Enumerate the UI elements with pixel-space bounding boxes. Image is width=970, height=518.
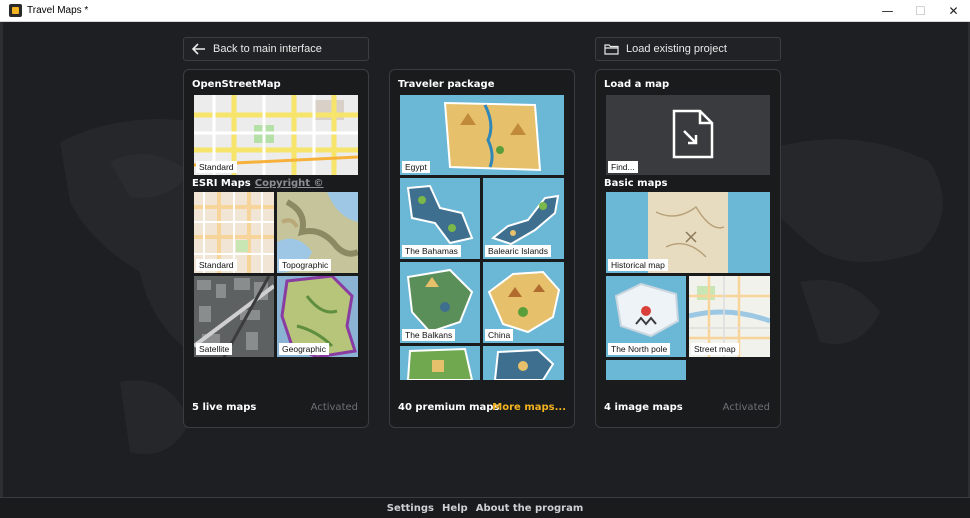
back-to-main-label: Back to main interface [213,43,322,55]
settings-link[interactable]: Settings [387,503,434,514]
esri-copyright-link[interactable]: Copyright © [255,178,324,189]
north-pole-tile[interactable]: The North pole [606,276,686,357]
traveler-tile-label: The Balkans [402,329,456,341]
historical-map-tile[interactable]: Historical map [606,192,770,273]
window-titlebar: Travel Maps * — ☐ ✕ [0,0,970,22]
more-maps-link[interactable]: More maps... [492,402,566,413]
find-label: Find... [608,161,638,173]
basic-more-tile[interactable] [606,360,686,380]
map-thumbnail [483,346,564,380]
esri-title: ESRI Maps Copyright © [192,178,324,189]
traveler-bahamas-tile[interactable]: The Bahamas [400,178,480,259]
panel-traveler-package: Traveler package Egypt The Bahamas Balea… [389,69,575,428]
traveler-title: Traveler package [398,79,495,90]
help-link[interactable]: Help [442,503,468,514]
maximize-button[interactable]: ☐ [904,0,937,21]
traveler-tile-label: China [485,329,514,341]
back-to-main-button[interactable]: Back to main interface [183,37,369,61]
street-map-tile[interactable]: Street map [689,276,770,357]
image-maps-status: Activated [722,402,770,413]
about-link[interactable]: About the program [476,503,584,514]
osm-title: OpenStreetMap [192,79,281,90]
window-title: Travel Maps * [27,5,89,16]
panel-live-maps: OpenStreetMap Standard ESRI Maps Copyrigh… [183,69,369,428]
image-maps-count: 4 image maps [604,402,683,413]
panel-image-maps: Load a map Find... Basic maps Historical… [595,69,781,428]
load-existing-project-button[interactable]: Load existing project [595,37,781,61]
arrow-left-icon [192,43,205,55]
traveler-more-tile[interactable] [483,346,564,380]
traveler-china-tile[interactable]: China [483,262,564,343]
bottom-bar: Settings Help About the program [0,497,970,518]
traveler-tile-label: Egypt [402,161,430,173]
live-maps-status: Activated [310,402,358,413]
traveler-tile-label: Balearic Islands [485,245,552,257]
basic-tile-label: The North pole [608,343,671,355]
live-maps-count: 5 live maps [192,402,257,413]
basic-tile-label: Historical map [608,259,668,271]
premium-maps-count: 40 premium maps [398,402,500,413]
osm-standard-tile[interactable]: Standard [194,95,358,175]
traveler-tile-label: The Bahamas [402,245,461,257]
panel-footer: 40 premium maps More maps... [390,402,574,416]
app-icon [9,4,22,17]
osm-tile-label: Standard [196,161,237,173]
panel-footer: 5 live maps Activated [184,402,368,416]
traveler-egypt-tile[interactable]: Egypt [400,95,564,175]
traveler-more-tile[interactable] [400,346,480,380]
esri-title-text: ESRI Maps [192,178,251,189]
load-existing-project-label: Load existing project [626,43,727,55]
esri-satellite-tile[interactable]: Satellite [194,276,274,357]
panel-footer: 4 image maps Activated [596,402,780,416]
esri-tile-label: Geographic [279,343,329,355]
basic-tile-label: Street map [691,343,739,355]
esri-geographic-tile[interactable]: Geographic [277,276,358,357]
map-thumbnail [400,346,480,380]
close-button[interactable]: ✕ [937,0,970,21]
load-map-title: Load a map [604,79,670,90]
map-thumbnail [606,360,686,380]
esri-topographic-tile[interactable]: Topographic [277,192,358,273]
traveler-balkans-tile[interactable]: The Balkans [400,262,480,343]
basic-maps-title: Basic maps [604,178,668,189]
esri-standard-tile[interactable]: Standard [194,192,274,273]
left-edge [0,22,3,497]
esri-tile-label: Standard [196,259,237,271]
folder-icon [604,44,619,55]
minimize-button[interactable]: — [871,0,904,21]
window-controls: — ☐ ✕ [871,0,970,21]
esri-tile-label: Topographic [279,259,332,271]
find-map-tile[interactable]: Find... [606,95,770,175]
esri-tile-label: Satellite [196,343,233,355]
traveler-balearic-tile[interactable]: Balearic Islands [483,178,564,259]
